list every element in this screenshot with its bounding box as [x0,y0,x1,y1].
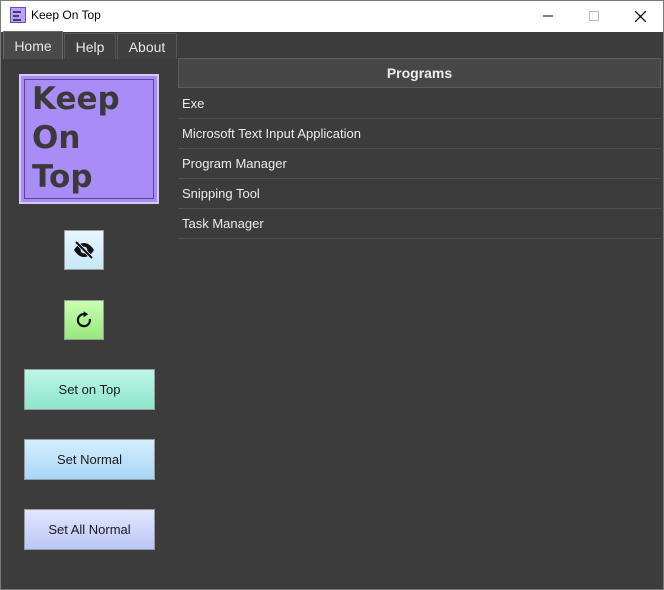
logo-line-on: On [32,120,81,156]
close-icon [634,10,646,22]
tab-bar: Home Help About [1,31,663,59]
controls-panel: Keep On Top Set on Top Set Normal Set Al… [1,59,178,589]
refresh-icon [76,311,91,328]
set-on-top-button[interactable]: Set on Top [24,369,155,410]
maximize-icon [589,11,599,21]
minimize-icon [543,15,553,17]
set-all-normal-button[interactable]: Set All Normal [24,509,155,550]
logo-line-keep: Keep [32,81,120,117]
program-row[interactable]: Program Manager [178,149,661,179]
refresh-button[interactable] [64,300,104,340]
keep-on-top-app-icon [10,7,26,23]
program-row[interactable]: Microsoft Text Input Application [178,119,661,149]
close-button[interactable] [617,1,663,31]
title-bar[interactable]: Keep On Top [1,0,663,32]
minimize-button[interactable] [525,1,571,31]
tab-about[interactable]: About [117,33,177,59]
program-row[interactable]: Snipping Tool [178,179,661,209]
program-row[interactable]: Exe [178,89,661,119]
programs-column-header[interactable]: Programs [178,58,661,88]
programs-table: Programs Exe Microsoft Text Input Applic… [178,58,663,589]
maximize-button[interactable] [571,1,617,31]
app-window: Keep On Top Home Help About Keep On Top … [0,0,664,590]
tab-help[interactable]: Help [64,33,116,59]
tab-home[interactable]: Home [3,31,63,59]
set-normal-button[interactable]: Set Normal [24,439,155,480]
eye-slash-icon [74,241,94,259]
keep-on-top-logo: Keep On Top [19,74,159,204]
window-title: Keep On Top [31,8,101,22]
program-row[interactable]: Task Manager [178,209,661,239]
logo-line-top: Top [32,159,93,195]
programs-list: Exe Microsoft Text Input Application Pro… [178,89,661,239]
hide-button[interactable] [64,230,104,270]
